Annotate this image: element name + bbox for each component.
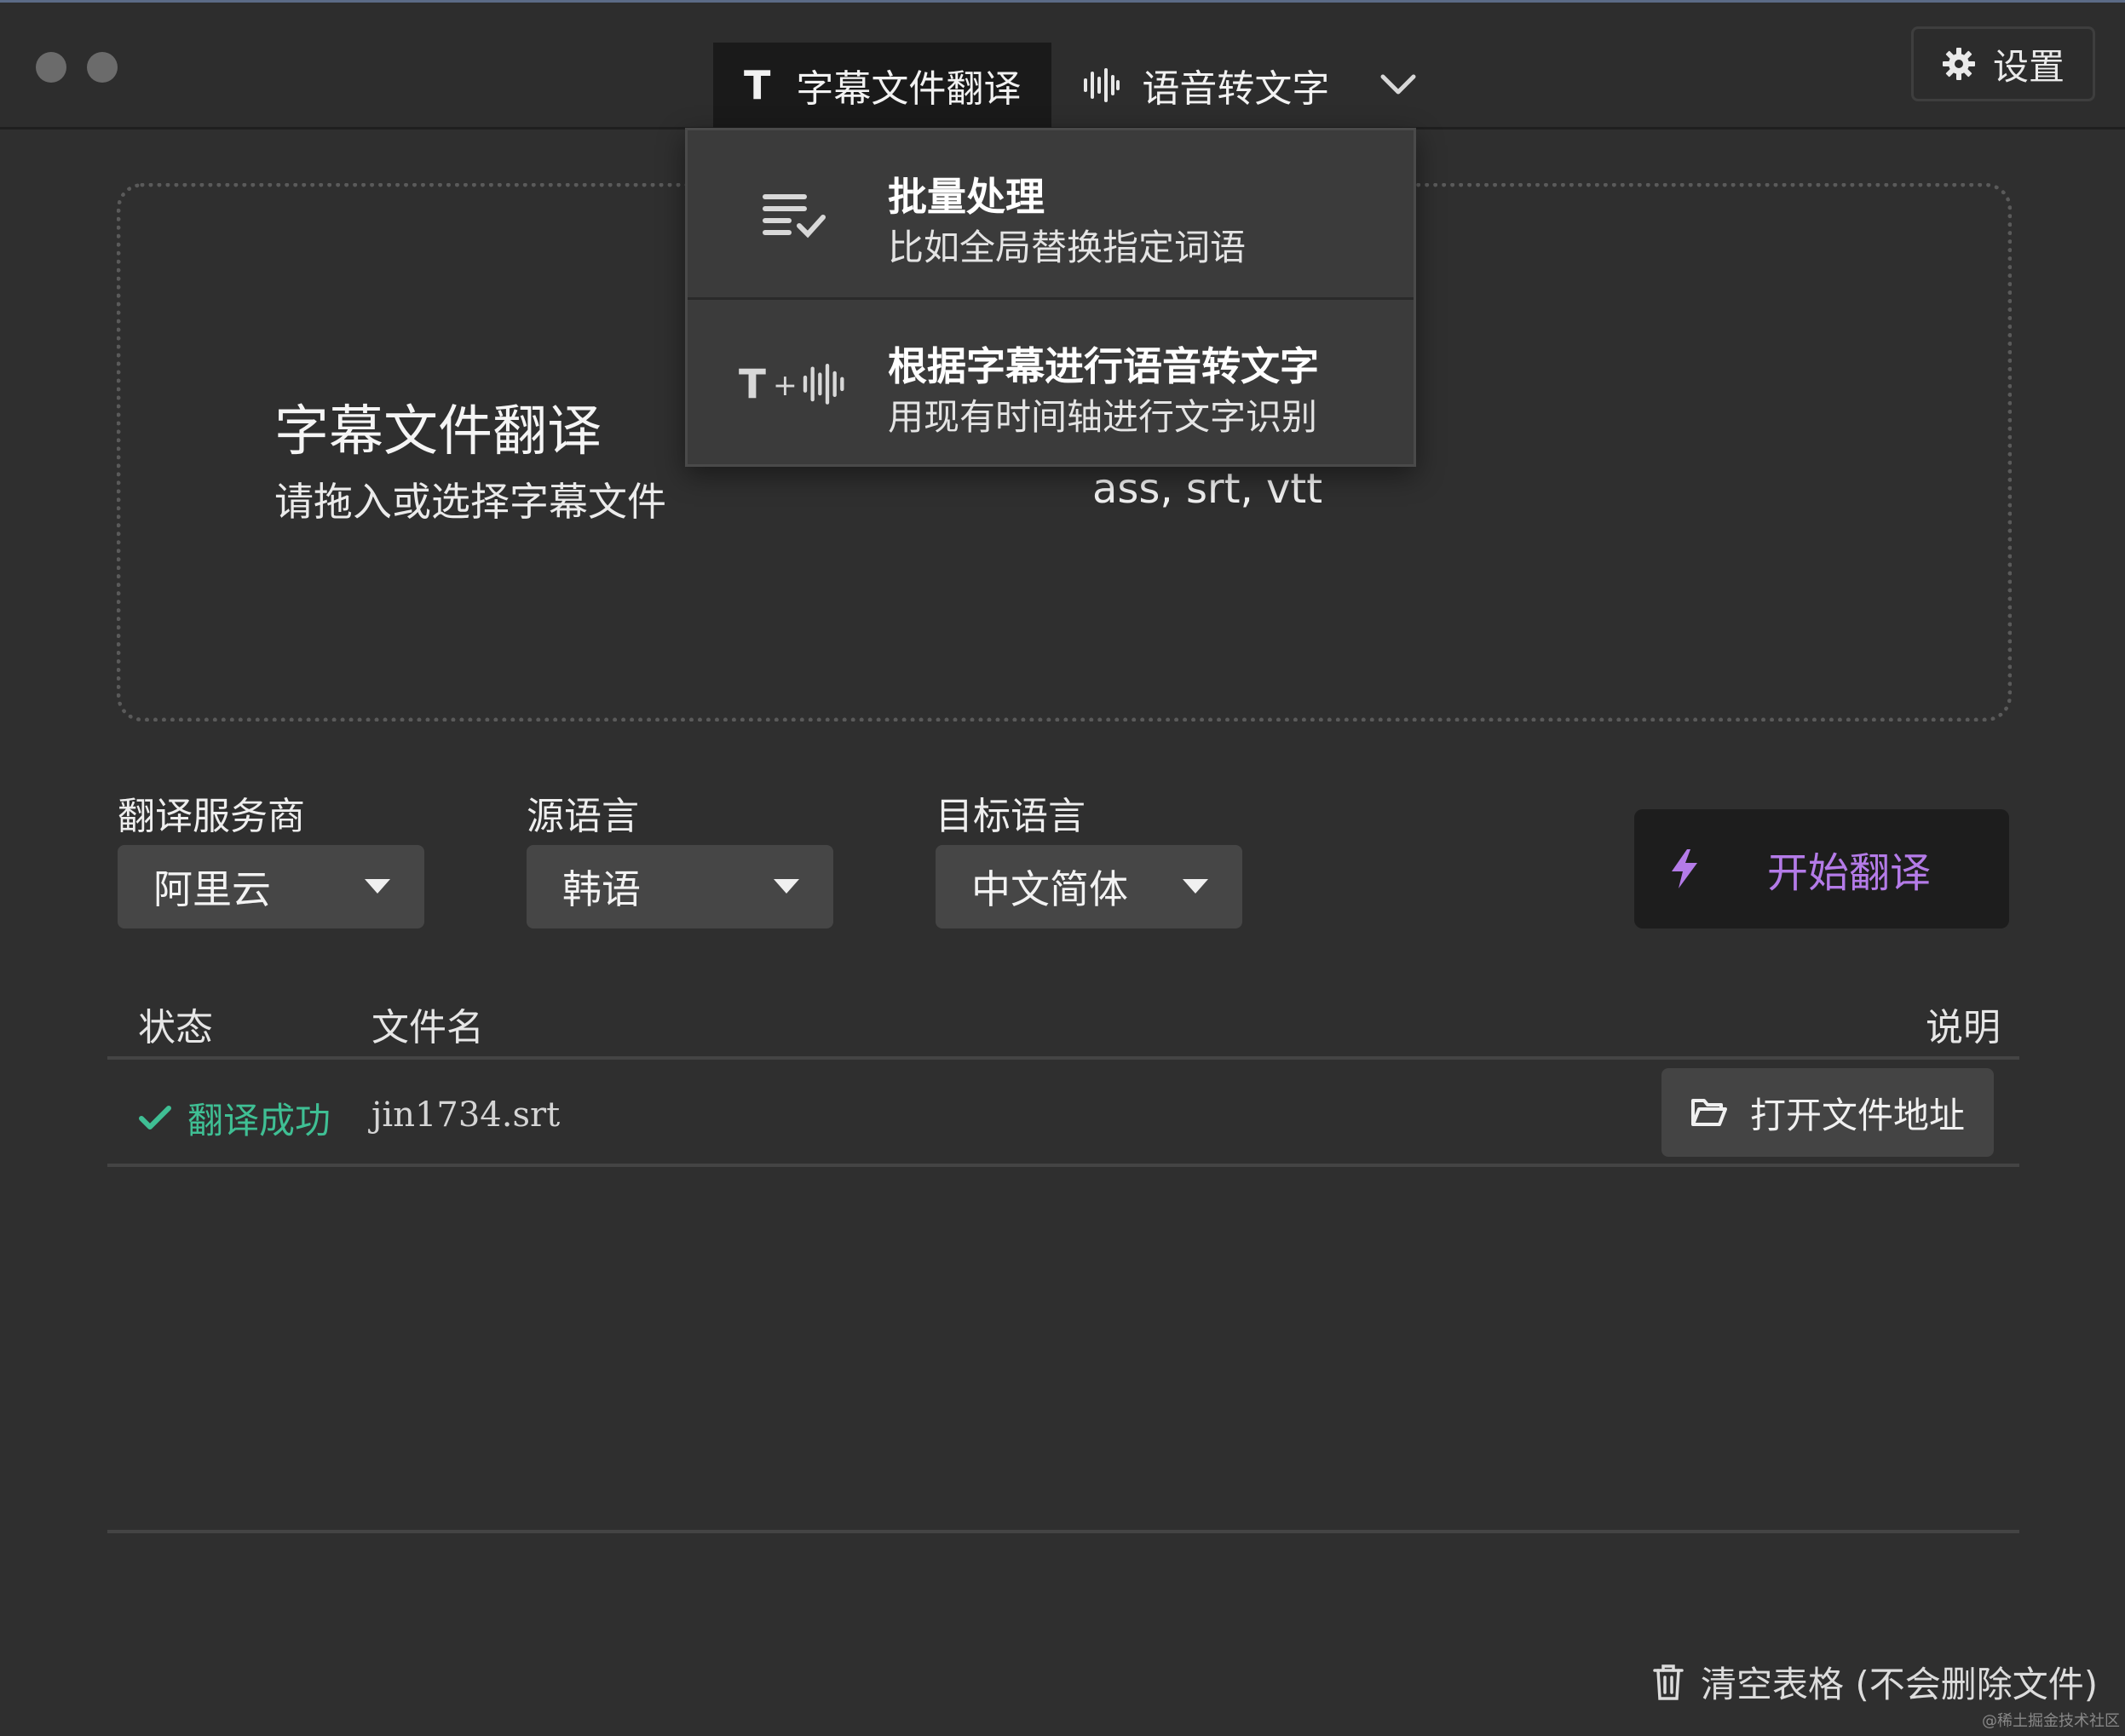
open-file-location-label: 打开文件地址 xyxy=(1749,1094,1965,1136)
status-badge: 翻译成功 xyxy=(138,1092,331,1144)
tab-subtitle-translate[interactable]: T 字幕文件翻译 xyxy=(713,43,1052,128)
open-file-location-button[interactable]: 打开文件地址 xyxy=(1661,1068,1994,1157)
tools-dropdown-menu: 批量处理 比如全局替换指定词语 T + 根据字幕进行语音转文字 用现有时间轴进行… xyxy=(685,128,1416,467)
drop-zone-title: 字幕文件翻译 xyxy=(274,400,602,463)
menu-item-batch-process[interactable]: 批量处理 比如全局替换指定词语 xyxy=(688,130,1414,297)
menu-item-title: 批量处理 xyxy=(888,174,1045,220)
folder-open-icon xyxy=(1690,1099,1727,1126)
column-header-note: 说明 xyxy=(1926,1006,2001,1049)
settings-button[interactable]: 设置 xyxy=(1911,26,2095,101)
file-name: jin1734.srt xyxy=(371,1095,561,1135)
list-check-icon xyxy=(739,130,849,297)
target-language-value: 中文简体 xyxy=(971,866,1128,912)
lightning-icon xyxy=(1670,849,1699,888)
svg-text:T: T xyxy=(739,362,766,408)
column-header-status: 状态 xyxy=(138,1006,213,1049)
target-language-select[interactable]: 中文简体 xyxy=(936,845,1242,928)
status-text: 翻译成功 xyxy=(187,1100,331,1141)
caret-down-icon xyxy=(774,879,799,894)
waveform-icon xyxy=(1084,68,1120,102)
tab-label: 字幕文件翻译 xyxy=(796,67,1022,111)
target-language-label: 目标语言 xyxy=(936,795,1086,838)
supported-formats: ass, srt, vtt xyxy=(1092,465,1323,513)
column-header-filename: 文件名 xyxy=(371,1006,484,1049)
source-language-value: 韩语 xyxy=(562,866,641,912)
trash-icon xyxy=(1653,1664,1684,1700)
menu-item-desc: 用现有时间轴进行文字识别 xyxy=(888,396,1318,438)
caret-down-icon xyxy=(365,879,390,894)
table-bottom-divider xyxy=(107,1530,2019,1533)
window-close-button[interactable] xyxy=(36,52,66,83)
settings-label: 设置 xyxy=(1992,45,2065,88)
gear-icon xyxy=(1942,48,1975,80)
clear-table-label: 清空表格 (不会删除文件) xyxy=(1701,1664,2099,1705)
svg-text:+: + xyxy=(773,369,798,403)
more-tabs-dropdown[interactable] xyxy=(1360,43,1437,128)
chevron-down-icon xyxy=(1380,74,1416,95)
provider-select[interactable]: 阿里云 xyxy=(118,845,424,928)
text-plus-audio-icon: T + xyxy=(739,300,849,467)
clear-table-button[interactable]: 清空表格 (不会删除文件) xyxy=(1653,1656,2098,1708)
window-minimize-button[interactable] xyxy=(87,52,118,83)
menu-item-title: 根据字幕进行语音转文字 xyxy=(888,343,1319,389)
table-row-divider xyxy=(107,1164,2019,1167)
source-language-label: 源语言 xyxy=(527,795,639,838)
caret-down-icon xyxy=(1183,879,1208,894)
start-translate-button[interactable]: 开始翻译 xyxy=(1634,809,2009,928)
start-translate-label: 开始翻译 xyxy=(1767,849,1932,897)
drop-zone-subtitle: 请拖入或选择字幕文件 xyxy=(274,479,666,525)
provider-label: 翻译服务商 xyxy=(118,795,305,838)
watermark: @稀土掘金技术社区 xyxy=(1982,1712,2120,1730)
check-icon xyxy=(139,1105,171,1130)
source-language-select[interactable]: 韩语 xyxy=(527,845,833,928)
table-header-divider xyxy=(107,1056,2019,1060)
provider-value: 阿里云 xyxy=(153,866,271,912)
title-bar: T 字幕文件翻译 语音转文字 设置 xyxy=(0,3,2125,129)
menu-item-desc: 比如全局替换指定词语 xyxy=(888,227,1247,268)
menu-item-subtitle-speech-to-text[interactable]: T + 根据字幕进行语音转文字 用现有时间轴进行文字识别 xyxy=(688,297,1414,464)
tab-label: 语音转文字 xyxy=(1142,67,1330,111)
mode-tabs: T 字幕文件翻译 语音转文字 xyxy=(713,43,1437,128)
text-t-icon: T xyxy=(744,62,771,108)
tab-speech-to-text[interactable]: 语音转文字 xyxy=(1051,43,1360,128)
